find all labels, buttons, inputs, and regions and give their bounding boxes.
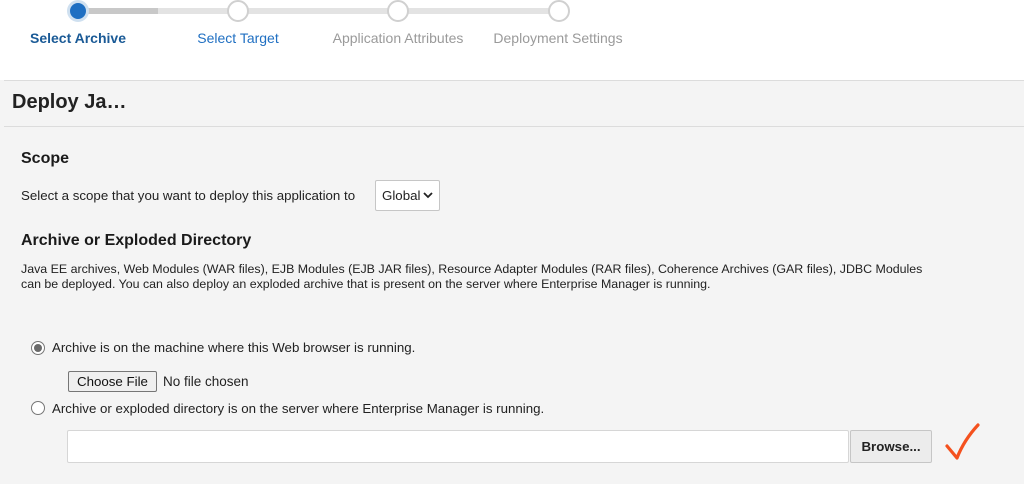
scope-prompt: Select a scope that you want to deploy t… — [21, 188, 356, 203]
scope-select-value: Global — [382, 188, 421, 203]
radio-archive-local-label[interactable]: Archive is on the machine where this Web… — [52, 340, 415, 355]
archive-section-title: Archive or Exploded Directory — [21, 232, 252, 249]
train-stop-select-target[interactable] — [227, 0, 249, 22]
radio-archive-local[interactable] — [31, 341, 45, 355]
train-stop-select-archive[interactable] — [67, 0, 89, 22]
train-connector — [78, 8, 158, 14]
no-file-chosen-text: No file chosen — [163, 374, 249, 389]
server-path-input[interactable] — [67, 430, 849, 463]
train-track — [67, 0, 570, 22]
scope-select[interactable]: Global — [375, 180, 440, 211]
chevron-down-icon — [423, 192, 433, 199]
train-label-deployment-settings[interactable]: Deployment Settings — [493, 30, 622, 46]
train-connector — [158, 8, 560, 14]
train-label-select-target[interactable]: Select Target — [197, 30, 278, 46]
archive-description: Java EE archives, Web Modules (WAR files… — [21, 262, 1024, 292]
train-stop-deployment-settings[interactable] — [548, 0, 570, 22]
train-label-application-attributes[interactable]: Application Attributes — [333, 30, 464, 46]
train-label-select-archive[interactable]: Select Archive — [30, 30, 126, 46]
radio-archive-server-label[interactable]: Archive or exploded directory is on the … — [52, 401, 544, 416]
choose-file-button[interactable]: Choose File — [68, 371, 157, 392]
browse-button[interactable]: Browse... — [850, 430, 932, 463]
archive-description-line-2: can be deployed. You can also deploy an … — [21, 277, 711, 291]
page-title: Deploy Ja… — [12, 91, 127, 113]
radio-archive-server[interactable] — [31, 401, 45, 415]
page-header: Deploy Ja… — [4, 80, 1024, 127]
archive-description-line-1: Java EE archives, Web Modules (WAR files… — [21, 262, 923, 276]
main-content: Scope Select a scope that you want to de… — [0, 128, 1024, 484]
train-stop-application-attributes[interactable] — [387, 0, 409, 22]
check-mark-icon — [945, 423, 980, 460]
process-train: Select Archive Select Target Application… — [0, 0, 1024, 80]
scope-section-title: Scope — [21, 150, 70, 167]
